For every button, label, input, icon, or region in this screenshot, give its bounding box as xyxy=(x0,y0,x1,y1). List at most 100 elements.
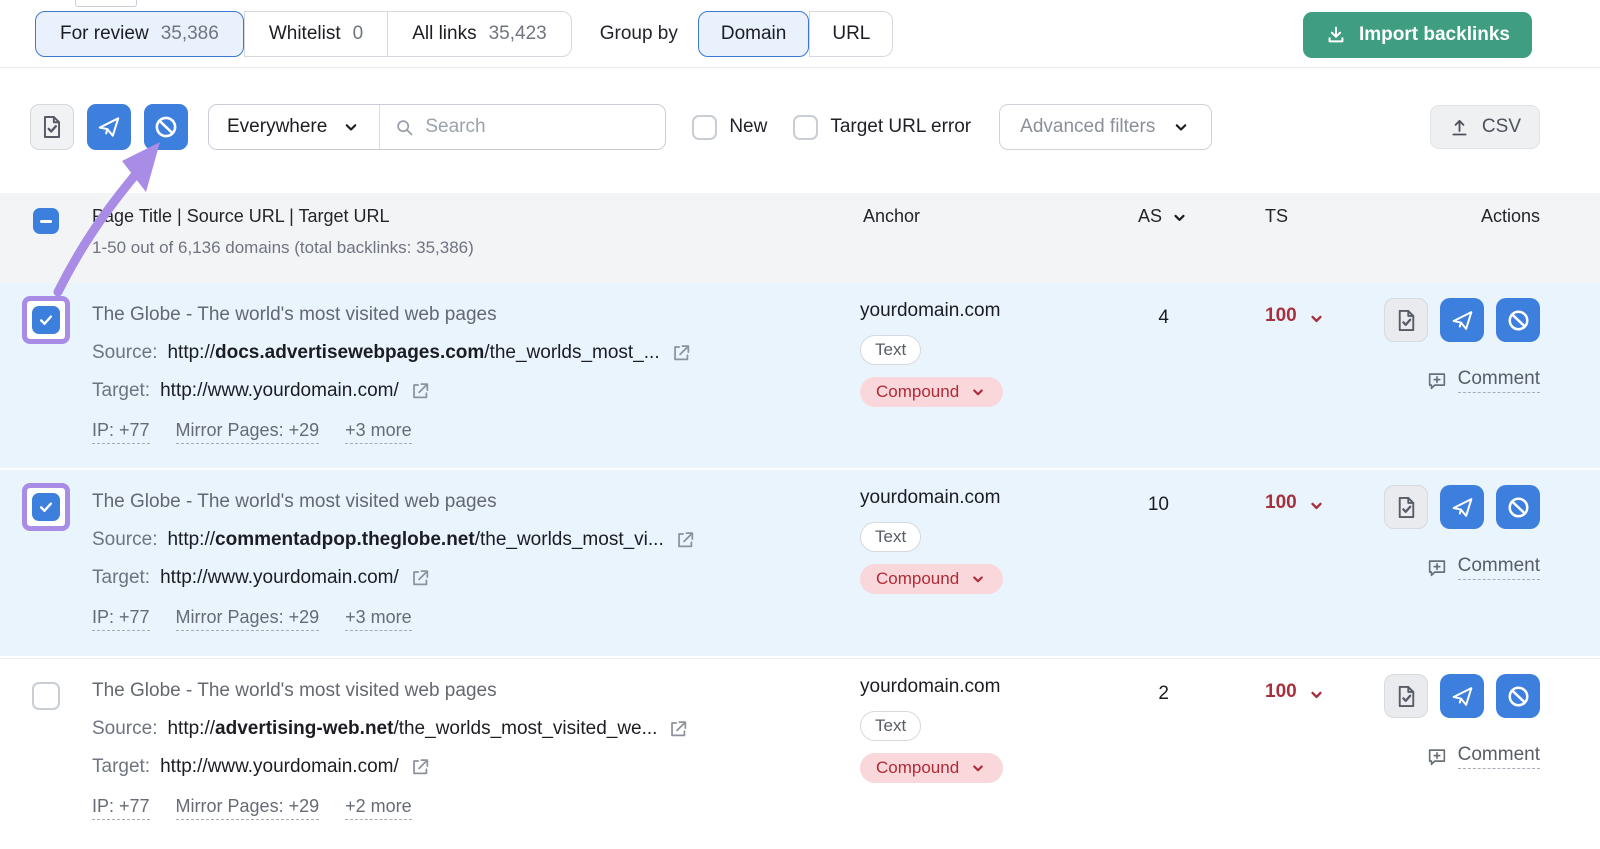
indeterminate-minus-icon xyxy=(40,220,52,223)
ts-value-dropdown[interactable]: 100 xyxy=(1197,659,1340,849)
external-link-icon[interactable] xyxy=(667,718,689,740)
target-url: http://www.yourdomain.com/ xyxy=(160,372,399,410)
row-disavow-button[interactable] xyxy=(1496,298,1540,342)
more-link[interactable]: +3 more xyxy=(345,419,412,444)
download-icon xyxy=(1325,24,1347,46)
review-tabs: For review 35,386 Whitelist 0 All links … xyxy=(35,11,572,57)
column-header-anchor: Anchor xyxy=(860,193,1102,283)
row-disavow-button[interactable] xyxy=(1496,485,1540,529)
ip-count-link[interactable]: IP: +77 xyxy=(92,795,150,820)
comment-button[interactable]: Comment xyxy=(1340,744,1600,769)
chevron-down-icon xyxy=(969,759,987,777)
tab-label: For review xyxy=(60,23,149,45)
row-checkbox[interactable] xyxy=(32,306,60,334)
tab-for-review[interactable]: For review 35,386 xyxy=(35,11,244,57)
external-link-icon[interactable] xyxy=(409,380,431,402)
source-url: http://commentadpop.theglobe.net/the_wor… xyxy=(167,521,663,559)
move-to-whitelist-button[interactable] xyxy=(87,104,131,150)
tab-label: Whitelist xyxy=(269,23,341,45)
table-row: The Globe - The world's most visited web… xyxy=(0,470,1600,656)
anchor-type-badge: Text xyxy=(860,711,921,741)
group-by-url[interactable]: URL xyxy=(809,11,893,57)
chevron-down-icon xyxy=(1307,496,1326,515)
chevron-down-icon xyxy=(341,117,361,137)
mirror-pages-link[interactable]: Mirror Pages: +29 xyxy=(176,606,320,631)
table-row: The Globe - The world's most visited web… xyxy=(0,658,1600,849)
external-link-icon[interactable] xyxy=(409,756,431,778)
target-url: http://www.yourdomain.com/ xyxy=(160,748,399,786)
row-review-button[interactable] xyxy=(1384,298,1428,342)
tab-count: 0 xyxy=(353,23,364,45)
paper-plane-icon xyxy=(1450,684,1475,709)
group-by-segmented: Domain URL xyxy=(698,11,894,57)
row-checkbox[interactable] xyxy=(32,493,60,521)
mirror-pages-link[interactable]: Mirror Pages: +29 xyxy=(176,795,320,820)
comment-button[interactable]: Comment xyxy=(1340,368,1600,393)
external-link-icon[interactable] xyxy=(670,342,692,364)
mirror-pages-link[interactable]: Mirror Pages: +29 xyxy=(176,419,320,444)
disavow-button[interactable] xyxy=(144,104,188,150)
new-filter-checkbox[interactable]: New xyxy=(692,115,767,140)
row-whitelist-button[interactable] xyxy=(1440,485,1484,529)
chevron-down-icon xyxy=(969,383,987,401)
chevron-down-icon xyxy=(969,570,987,588)
tab-whitelist[interactable]: Whitelist 0 xyxy=(244,11,388,57)
top-tab-bar: For review 35,386 Whitelist 0 All links … xyxy=(0,0,1600,68)
scope-dropdown[interactable]: Everywhere xyxy=(209,105,380,149)
group-by-domain[interactable]: Domain xyxy=(698,11,809,57)
ip-count-link[interactable]: IP: +77 xyxy=(92,606,150,631)
ts-value-dropdown[interactable]: 100 xyxy=(1197,470,1340,656)
more-link[interactable]: +2 more xyxy=(345,795,412,820)
compound-badge-dropdown[interactable]: Compound xyxy=(860,753,1003,783)
target-label: Target: xyxy=(92,372,150,410)
ts-value-dropdown[interactable]: 100 xyxy=(1197,283,1340,468)
target-url-error-checkbox[interactable]: Target URL error xyxy=(793,115,971,140)
anchor-text: yourdomain.com xyxy=(860,299,1102,323)
group-by-label: Group by xyxy=(600,23,678,45)
external-link-icon[interactable] xyxy=(409,567,431,589)
ip-count-link[interactable]: IP: +77 xyxy=(92,419,150,444)
column-header-ts: TS xyxy=(1197,193,1340,283)
row-checkbox[interactable] xyxy=(32,682,60,710)
more-link[interactable]: +3 more xyxy=(345,606,412,631)
results-count-summary: 1-50 out of 6,136 domains (total backlin… xyxy=(92,238,860,258)
external-link-icon[interactable] xyxy=(674,529,696,551)
scope-dropdown-value: Everywhere xyxy=(227,116,327,138)
checkbox-box[interactable] xyxy=(692,115,717,140)
export-csv-button[interactable]: CSV xyxy=(1430,105,1540,149)
chevron-down-icon xyxy=(1307,309,1326,328)
page-title: The Globe - The world's most visited web… xyxy=(92,672,860,710)
select-all-checkbox[interactable] xyxy=(33,208,59,234)
row-whitelist-button[interactable] xyxy=(1440,674,1484,718)
row-disavow-button[interactable] xyxy=(1496,674,1540,718)
compound-badge-dropdown[interactable]: Compound xyxy=(860,377,1003,407)
document-check-icon xyxy=(1394,308,1419,333)
column-header-page-title: Page Title | Source URL | Target URL xyxy=(92,206,860,227)
group-by-control: Group by Domain URL xyxy=(600,11,894,57)
row-review-button[interactable] xyxy=(1384,674,1428,718)
as-label: AS xyxy=(1138,206,1162,227)
compound-badge-dropdown[interactable]: Compound xyxy=(860,564,1003,594)
new-filter-label: New xyxy=(729,116,767,138)
as-value: 2 xyxy=(1102,659,1197,849)
row-whitelist-button[interactable] xyxy=(1440,298,1484,342)
target-label: Target: xyxy=(92,559,150,597)
search-input[interactable] xyxy=(425,116,635,138)
advanced-filters-dropdown[interactable]: Advanced filters xyxy=(999,104,1212,150)
csv-label: CSV xyxy=(1482,116,1521,138)
tutorial-highlight-frame xyxy=(22,296,70,344)
comment-button[interactable]: Comment xyxy=(1340,555,1600,580)
import-backlinks-button[interactable]: Import backlinks xyxy=(1303,12,1532,58)
anchor-type-badge: Text xyxy=(860,335,921,365)
as-value: 4 xyxy=(1102,283,1197,468)
scope-and-search: Everywhere xyxy=(208,104,666,150)
table-header: Page Title | Source URL | Target URL 1-5… xyxy=(0,193,1600,283)
column-header-as-sort[interactable]: AS xyxy=(1102,193,1197,283)
tab-all-links[interactable]: All links 35,423 xyxy=(388,11,572,57)
move-to-review-button[interactable] xyxy=(30,104,74,150)
anchor-text: yourdomain.com xyxy=(860,675,1102,699)
checkbox-box[interactable] xyxy=(793,115,818,140)
tutorial-highlight-frame xyxy=(22,483,70,531)
row-review-button[interactable] xyxy=(1384,485,1428,529)
source-label: Source: xyxy=(92,334,157,372)
